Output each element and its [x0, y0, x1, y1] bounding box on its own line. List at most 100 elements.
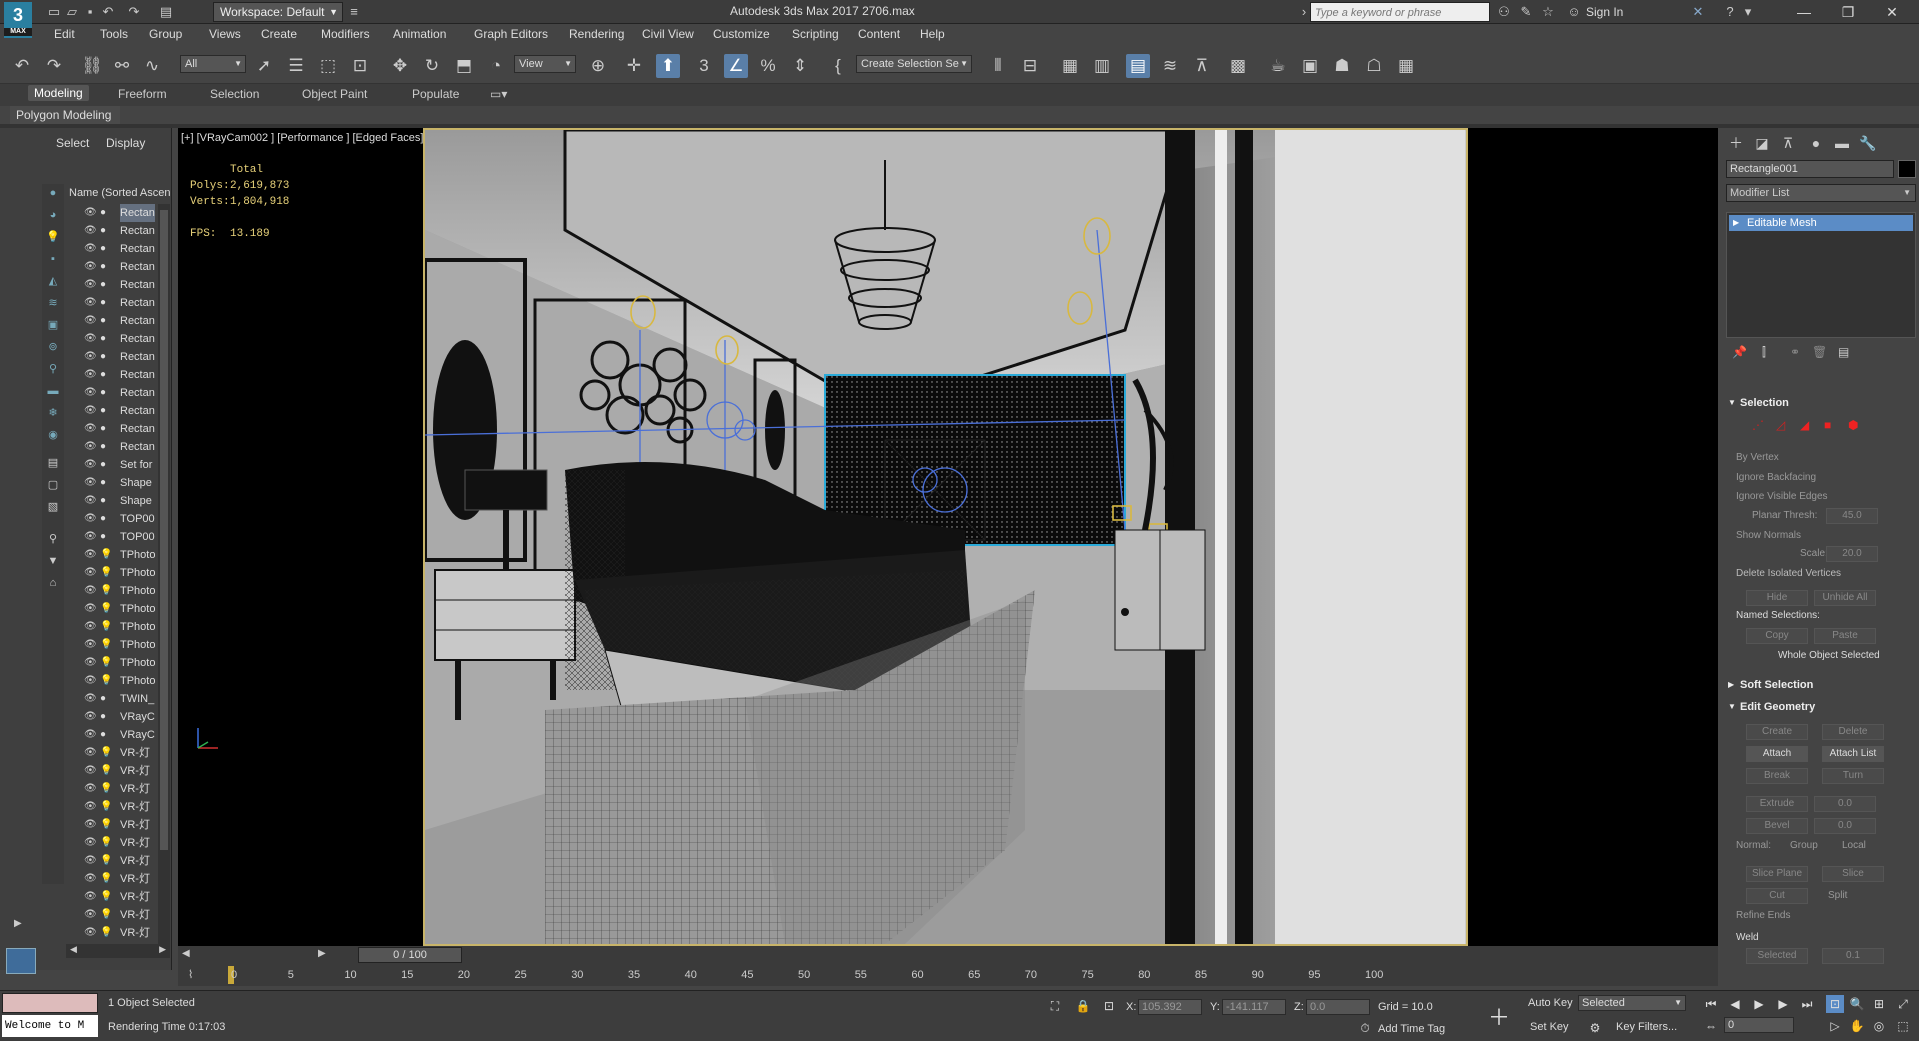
group-filter-icon[interactable]: ▣: [44, 316, 62, 334]
expand-panel-icon[interactable]: ▶: [14, 918, 22, 929]
list-item[interactable]: 👁 💡 VR-灯: [66, 852, 158, 870]
maximize-viewport-icon[interactable]: ⤢: [1894, 995, 1912, 1013]
element-level-icon[interactable]: ⬢: [1848, 418, 1858, 432]
keyboard-shortcut-override-icon[interactable]: ⬆: [656, 54, 680, 78]
scene-explorer-toggle-button[interactable]: [6, 948, 36, 974]
previous-frame-icon[interactable]: ◀: [182, 948, 190, 959]
z-coordinate-field[interactable]: 0.0: [1306, 999, 1370, 1015]
list-item[interactable]: 👁 💡 VR-灯: [66, 834, 158, 852]
xref-filter-icon[interactable]: ⊚: [44, 338, 62, 356]
undo-icon[interactable]: ↶: [10, 54, 34, 78]
a360-render-icon[interactable]: ▦: [1394, 54, 1418, 78]
ignore-visible-edges-checkbox[interactable]: Ignore Visible Edges: [1736, 491, 1828, 502]
curve-editor-icon[interactable]: ≋: [1158, 54, 1182, 78]
bind-space-warp-icon[interactable]: ∿: [140, 54, 164, 78]
select-by-name-icon[interactable]: ☰: [284, 54, 308, 78]
snaps-toggle-icon[interactable]: 3: [692, 54, 716, 78]
hide-button[interactable]: Hide: [1746, 590, 1808, 606]
remove-modifier-icon[interactable]: 🗑: [1812, 345, 1827, 359]
tab-selection[interactable]: Selection: [210, 87, 259, 101]
star-icon[interactable]: ☆: [1540, 4, 1556, 20]
reference-coordinate-dropdown[interactable]: View ▼: [514, 55, 576, 73]
list-item[interactable]: 👁 ● Rectan: [66, 402, 158, 420]
viewport-area[interactable]: [+] [VRayCam002 ] [Performance ] [Edged …: [178, 128, 1718, 946]
go-to-end-icon[interactable]: ⏭: [1798, 995, 1816, 1013]
help-icon[interactable]: ?: [1722, 4, 1738, 20]
scene-list-horizontal-scrollbar[interactable]: ◀ ▶: [66, 944, 170, 958]
list-item[interactable]: 👁 ● Rectan: [66, 312, 158, 330]
ignore-backfacing-checkbox[interactable]: Ignore Backfacing: [1736, 472, 1816, 483]
tools-icon[interactable]: ✎: [1518, 4, 1534, 20]
tab-display[interactable]: Display: [106, 136, 145, 150]
undo-icon[interactable]: ↶: [100, 4, 116, 20]
redo-icon[interactable]: ↷: [126, 4, 142, 20]
maxscript-listener-pink[interactable]: [2, 993, 98, 1013]
workspace-menu-icon[interactable]: ≡: [346, 4, 362, 20]
list-item[interactable]: 👁 💡 TPhoto: [66, 600, 158, 618]
visibility-eye-icon[interactable]: 👁: [84, 438, 97, 456]
restore-button[interactable]: ❐: [1828, 2, 1868, 22]
bevel-spinner[interactable]: 0.0: [1814, 818, 1876, 834]
add-time-tag-button[interactable]: Add Time Tag: [1378, 1023, 1445, 1035]
bone-filter-icon[interactable]: ⚲: [44, 360, 62, 378]
list-item[interactable]: 👁 💡 TPhoto: [66, 546, 158, 564]
helper-filter-icon[interactable]: ◭: [44, 272, 62, 290]
layer-explorer-icon[interactable]: ▦: [1058, 54, 1082, 78]
geometry-filter-icon[interactable]: ●: [44, 184, 62, 202]
menu-civil-view[interactable]: Civil View: [642, 27, 694, 41]
menu-customize[interactable]: Customize: [713, 27, 770, 41]
list-item[interactable]: 👁 💡 TPhoto: [66, 582, 158, 600]
window-crossing-icon[interactable]: ⊡: [348, 54, 372, 78]
copy-button[interactable]: Copy: [1746, 628, 1808, 644]
menu-animation[interactable]: Animation: [393, 27, 446, 41]
modifier-stack-item[interactable]: ▶ Editable Mesh: [1729, 215, 1913, 231]
new-file-icon[interactable]: ▭: [46, 4, 62, 20]
visibility-eye-icon[interactable]: 👁: [84, 474, 97, 492]
tab-populate[interactable]: Populate: [412, 87, 459, 101]
extrude-button[interactable]: Extrude: [1746, 796, 1808, 812]
weld-threshold-spinner[interactable]: 0.1: [1822, 948, 1884, 964]
tab-modeling[interactable]: Modeling: [28, 85, 89, 101]
close-button[interactable]: ✕: [1872, 2, 1912, 22]
list-item[interactable]: 👁 ● Rectan: [66, 276, 158, 294]
delete-isolated-vertices-checkbox[interactable]: Delete Isolated Vertices: [1736, 568, 1841, 579]
show-end-result-icon[interactable]: ⫿: [1762, 345, 1766, 360]
menu-create[interactable]: Create: [261, 27, 297, 41]
scroll-right-icon[interactable]: ▶: [159, 944, 166, 955]
redo-icon[interactable]: ↷: [42, 54, 66, 78]
ribbon-toggle-icon[interactable]: ▤: [1126, 54, 1150, 78]
display-none-icon[interactable]: ▢: [44, 476, 62, 494]
extrude-spinner[interactable]: 0.0: [1814, 796, 1876, 812]
menu-scripting[interactable]: Scripting: [792, 27, 839, 41]
selection-filter-dropdown[interactable]: All ▼: [180, 55, 246, 73]
y-coordinate-field[interactable]: -141.117: [1222, 999, 1286, 1015]
visibility-eye-icon[interactable]: 👁: [84, 924, 97, 942]
invert-display-icon[interactable]: ▧: [44, 498, 62, 516]
named-selection-dropdown[interactable]: Create Selection Se ▼: [856, 55, 972, 73]
list-item[interactable]: 👁 ● Rectan: [66, 258, 158, 276]
object-name-field[interactable]: Rectangle001: [1726, 160, 1894, 178]
visibility-eye-icon[interactable]: 👁: [84, 654, 97, 672]
rotate-icon[interactable]: ↻: [420, 54, 444, 78]
list-item[interactable]: 👁 ● Set for: [66, 456, 158, 474]
list-item[interactable]: 👁 ● Rectan: [66, 438, 158, 456]
create-button[interactable]: Create: [1746, 724, 1808, 740]
visibility-eye-icon[interactable]: 👁: [84, 456, 97, 474]
track-bar[interactable]: ⌇ 0 5 10 15 20 25 30 35 40 45 50 55 60 65 70 75 80 85 90 95…: [178, 964, 1718, 986]
attach-button[interactable]: Attach: [1746, 746, 1808, 762]
list-item[interactable]: 👁 ● Rectan: [66, 204, 158, 222]
utilities-tab-icon[interactable]: 🔧: [1858, 133, 1878, 153]
visibility-eye-icon[interactable]: 👁: [84, 762, 97, 780]
delete-button[interactable]: Delete: [1822, 724, 1884, 740]
render-production-icon[interactable]: ☗: [1330, 54, 1354, 78]
visibility-eye-icon[interactable]: 👁: [84, 294, 97, 312]
hierarchy-tab-icon[interactable]: ⊼: [1778, 133, 1798, 153]
auto-key-button[interactable]: Auto Key: [1528, 997, 1573, 1009]
weld-selected-button[interactable]: Selected: [1746, 948, 1808, 964]
visibility-eye-icon[interactable]: 👁: [84, 384, 97, 402]
spacewarp-filter-icon[interactable]: ≋: [44, 294, 62, 312]
list-item[interactable]: 👁 💡 VR-灯: [66, 780, 158, 798]
group-radio[interactable]: Group: [1790, 840, 1818, 851]
visibility-eye-icon[interactable]: 👁: [84, 780, 97, 798]
motion-tab-icon[interactable]: ●: [1806, 133, 1826, 153]
